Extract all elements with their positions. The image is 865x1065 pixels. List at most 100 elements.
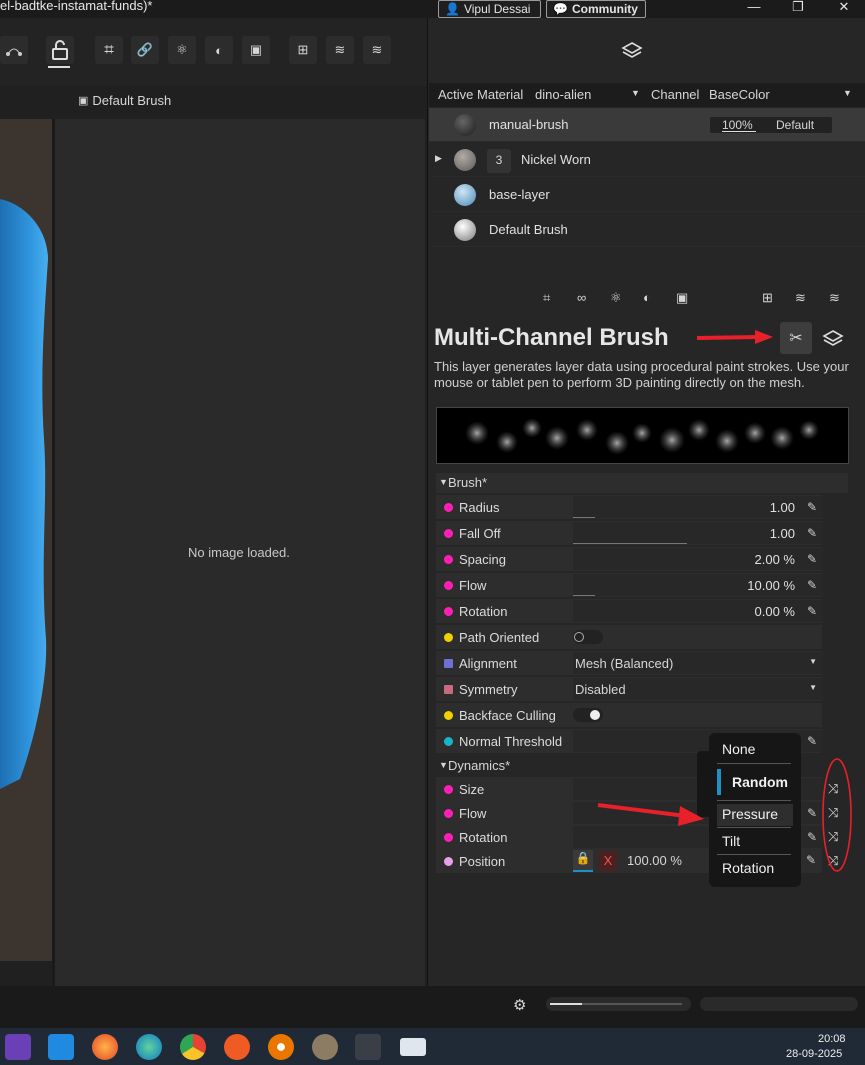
add-folder-icon[interactable]: ⊞ — [762, 290, 773, 306]
firefox-icon[interactable] — [92, 1034, 118, 1060]
prop-backface: Backface Culling — [436, 703, 822, 727]
brush-description: This layer generates layer data using pr… — [434, 359, 849, 390]
gimp-icon[interactable] — [312, 1034, 338, 1060]
layer-stack-button[interactable] — [822, 328, 844, 353]
brush-stroke-preview — [465, 418, 819, 455]
remove-layer-button[interactable]: ≋ — [363, 36, 391, 64]
restore-button[interactable]: ❐ — [789, 0, 807, 17]
position-lock-button[interactable]: 🔒 — [573, 850, 593, 872]
contrast-icon[interactable]: ◐ — [643, 290, 651, 305]
pencil-icon[interactable]: ✎ — [807, 526, 817, 540]
active-material-select[interactable]: dino-alien ▼ — [533, 85, 643, 105]
contrast-button[interactable]: ◐ — [205, 36, 233, 64]
dynamics-section-header[interactable]: ▼ Dynamics* — [436, 756, 706, 776]
blue-square-icon — [444, 659, 453, 668]
atom-icon[interactable]: ⚛ — [610, 290, 622, 306]
add-folder-button[interactable]: ⊞ — [289, 36, 317, 64]
visual-studio-icon[interactable] — [5, 1034, 31, 1060]
pencil-icon[interactable]: ✎ — [806, 853, 816, 867]
link-button[interactable]: 🔗 — [131, 36, 159, 64]
crop-icon[interactable]: ⌗ — [543, 290, 550, 306]
radius-slider[interactable]: 1.00 ✎ — [573, 496, 823, 518]
layer-row[interactable]: Default Brush — [429, 213, 865, 247]
pencil-icon[interactable]: ✎ — [807, 734, 817, 748]
backface-toggle[interactable] — [573, 708, 603, 722]
clock-time[interactable]: 20:08 — [818, 1033, 846, 1045]
pink-dot-icon — [444, 555, 453, 564]
annotation-arrow — [597, 803, 704, 826]
add-layer-button[interactable]: ≋ — [326, 36, 354, 64]
image-view[interactable]: No image loaded. — [55, 119, 425, 986]
channel-select[interactable]: BaseColor ▼ — [707, 85, 855, 105]
image-icon[interactable]: ▣ — [676, 290, 688, 306]
brush-tab-icon: ▣ — [78, 95, 89, 107]
layers-stack-icon[interactable] — [621, 40, 643, 65]
prop-label: Backface Culling — [459, 708, 556, 723]
clock-date[interactable]: 28-09-2025 — [786, 1048, 842, 1060]
pink-dot-icon — [444, 529, 453, 538]
add-folder-icon: ⊞ — [297, 42, 309, 57]
pencil-icon[interactable]: ✎ — [807, 500, 817, 514]
popup-item-random[interactable]: Random — [732, 774, 788, 790]
active-material-label: Active Material — [438, 87, 524, 102]
blender-icon[interactable] — [268, 1034, 294, 1060]
minimize-button[interactable]: — — [745, 0, 763, 17]
slider-fill — [573, 595, 595, 596]
pencil-icon[interactable]: ✎ — [807, 806, 817, 820]
selected-indicator — [717, 769, 721, 795]
atom-button[interactable]: ⚛ — [168, 36, 196, 64]
layer-name: Default Brush — [489, 222, 568, 237]
vscode-icon[interactable] — [48, 1034, 74, 1060]
path-oriented-toggle[interactable] — [573, 630, 603, 644]
popup-item-rotation[interactable]: Rotation — [722, 860, 774, 876]
user-button[interactable]: 👤 Vipul Dessai — [438, 0, 541, 18]
expand-arrow-icon[interactable]: ▶ — [435, 153, 442, 164]
lock-button[interactable] — [46, 36, 74, 64]
brave-icon[interactable] — [224, 1034, 250, 1060]
brush-section-header[interactable]: ▼ Brush* — [436, 473, 848, 493]
crop-button[interactable]: ⌗ — [95, 36, 123, 64]
slider-fill — [573, 517, 595, 518]
slider-value: 1.00 — [769, 500, 795, 515]
layers-icon[interactable]: ≋ — [829, 290, 840, 306]
prop-falloff: Fall Off 1.00 ✎ — [436, 521, 823, 545]
pencil-icon[interactable]: ✎ — [807, 578, 817, 592]
image-button[interactable]: ▣ — [242, 36, 270, 64]
opacity-underline — [722, 131, 756, 132]
pencil-icon[interactable]: ✎ — [807, 830, 817, 844]
link-icon[interactable]: ∞ — [577, 290, 586, 305]
community-button[interactable]: 💬 Community — [546, 0, 646, 18]
layer-row[interactable]: manual-brush 100% Default — [429, 108, 865, 142]
path-tool-button[interactable] — [0, 36, 28, 64]
layer-row[interactable]: ▶ 3 Nickel Worn — [429, 143, 865, 177]
popup-item-tilt[interactable]: Tilt — [722, 833, 740, 849]
rotation-slider[interactable]: 0.00 % ✎ — [573, 600, 823, 622]
brush-tools-button[interactable]: ✂ — [780, 322, 812, 354]
layer-row[interactable]: base-layer — [429, 178, 865, 212]
chevron-down-icon: ▼ — [809, 657, 817, 666]
opacity-field[interactable]: 100% Default — [710, 117, 832, 133]
status-bar: ⚙ — [0, 986, 865, 1028]
instamat-icon[interactable] — [355, 1034, 381, 1060]
alignment-select[interactable]: Mesh (Balanced) ▼ — [573, 652, 823, 674]
falloff-slider[interactable]: 1.00 ✎ — [573, 522, 823, 544]
add-layer-icon[interactable]: ≋ — [795, 290, 806, 306]
chrome-icon[interactable] — [180, 1034, 206, 1060]
popup-item-pressure[interactable]: Pressure — [722, 806, 778, 822]
prop-label: Rotation — [459, 830, 508, 845]
material-bar: Active Material dino-alien ▼ Channel Bas… — [429, 83, 865, 107]
slider-value: 2.00 % — [754, 552, 795, 567]
default-brush-tab[interactable]: ▣ Default Brush — [78, 93, 171, 108]
spacing-slider[interactable]: 2.00 % ✎ — [573, 548, 823, 570]
remote-desktop-icon[interactable] — [400, 1038, 426, 1056]
edge-icon[interactable] — [136, 1034, 162, 1060]
viewport-3d[interactable] — [0, 119, 52, 961]
popup-item-none[interactable]: None — [722, 741, 755, 757]
pencil-icon[interactable]: ✎ — [807, 604, 817, 618]
close-button[interactable]: ✕ — [835, 0, 853, 17]
flow-slider[interactable]: 10.00 % ✎ — [573, 574, 823, 596]
link-icon: 🔗 — [136, 42, 154, 57]
pencil-icon[interactable]: ✎ — [807, 552, 817, 566]
symmetry-select[interactable]: Disabled ▼ — [573, 678, 823, 700]
popup-divider — [717, 763, 791, 764]
